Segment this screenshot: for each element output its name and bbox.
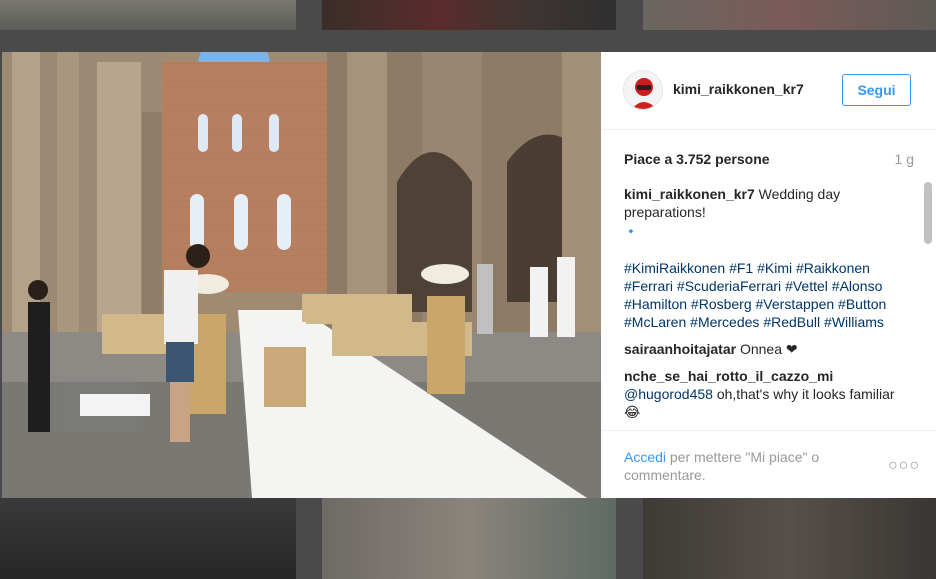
hashtag-link[interactable]: #Kimi (757, 260, 792, 276)
post-header: kimi_raikkonen_kr7 Segui (601, 52, 936, 130)
login-link[interactable]: Accedi (624, 449, 666, 465)
hashtag-list: #KimiRaikkonen #F1 #Kimi #Raikkonen #Fer… (624, 259, 911, 331)
ellipsis-icon[interactable]: ○○○ (888, 457, 920, 475)
background-thumbnail[interactable] (0, 0, 296, 30)
hashtag-link[interactable]: #Hamilton (624, 296, 687, 312)
caption-username[interactable]: kimi_raikkonen_kr7 (624, 186, 755, 202)
post-age[interactable]: 1 g (895, 151, 914, 167)
hashtag-link[interactable]: #Verstappen (756, 296, 835, 312)
post-username[interactable]: kimi_raikkonen_kr7 (673, 81, 804, 97)
login-prompt: Accedi per mettere "Mi piace" o commenta… (624, 448, 854, 484)
background-thumbnail[interactable] (643, 498, 936, 579)
background-thumbnail[interactable] (643, 0, 936, 30)
hashtag-link[interactable]: #Williams (824, 314, 884, 330)
post-modal: kimi_raikkonen_kr7 Segui Piace a 3.752 p… (2, 52, 936, 498)
hashtag-link[interactable]: #RedBull (763, 314, 820, 330)
post-footer: Accedi per mettere "Mi piace" o commenta… (601, 430, 936, 498)
follow-button[interactable]: Segui (842, 74, 911, 106)
comment-username[interactable]: nche_se_hai_rotto_il_cazzo_mi (624, 368, 833, 384)
comment-text: Onnea ❤ (739, 341, 798, 357)
post-sidebar: kimi_raikkonen_kr7 Segui Piace a 3.752 p… (601, 52, 936, 498)
hashtag-link[interactable]: #Raikkonen (796, 260, 870, 276)
comment-mention[interactable]: @hugorod458 (624, 386, 713, 402)
likes-count[interactable]: Piace a 3.752 persone (624, 151, 770, 167)
background-thumbnail[interactable] (322, 0, 616, 30)
hashtag-link[interactable]: #Button (838, 296, 886, 312)
hashtag-link[interactable]: #F1 (729, 260, 753, 276)
comment-username[interactable]: sairaanhoitajatar (624, 341, 736, 357)
comments-scrollbar[interactable] (924, 182, 932, 244)
caption: kimi_raikkonen_kr7 Wedding day preparati… (624, 185, 911, 331)
hashtag-link[interactable]: #Vettel (785, 278, 828, 294)
hashtag-link[interactable]: #Alonso (832, 278, 883, 294)
likes-row: Piace a 3.752 persone 1 g (624, 151, 914, 167)
background-thumbnail[interactable] (322, 498, 616, 579)
blue-diamond-icon: 🔹 (624, 226, 638, 238)
hashtag-link[interactable]: #Mercedes (690, 314, 759, 330)
hashtag-link[interactable]: #Rosberg (691, 296, 752, 312)
hashtag-link[interactable]: #KimiRaikkonen (624, 260, 725, 276)
photo-illustration (2, 52, 601, 498)
hashtag-link[interactable]: #McLaren (624, 314, 686, 330)
avatar[interactable] (623, 70, 663, 110)
comment-item: nche_se_hai_rotto_il_cazzo_mi @hugorod45… (624, 367, 911, 421)
background-thumbnail[interactable] (0, 498, 296, 579)
avatar-image (624, 71, 662, 109)
post-photo[interactable] (2, 52, 601, 498)
hashtag-link[interactable]: #Ferrari (624, 278, 673, 294)
hashtag-link[interactable]: #ScuderiaFerrari (677, 278, 781, 294)
comment-item: sairaanhoitajatar Onnea ❤ (624, 340, 911, 358)
comments-list[interactable]: kimi_raikkonen_kr7 Wedding day preparati… (624, 185, 911, 431)
